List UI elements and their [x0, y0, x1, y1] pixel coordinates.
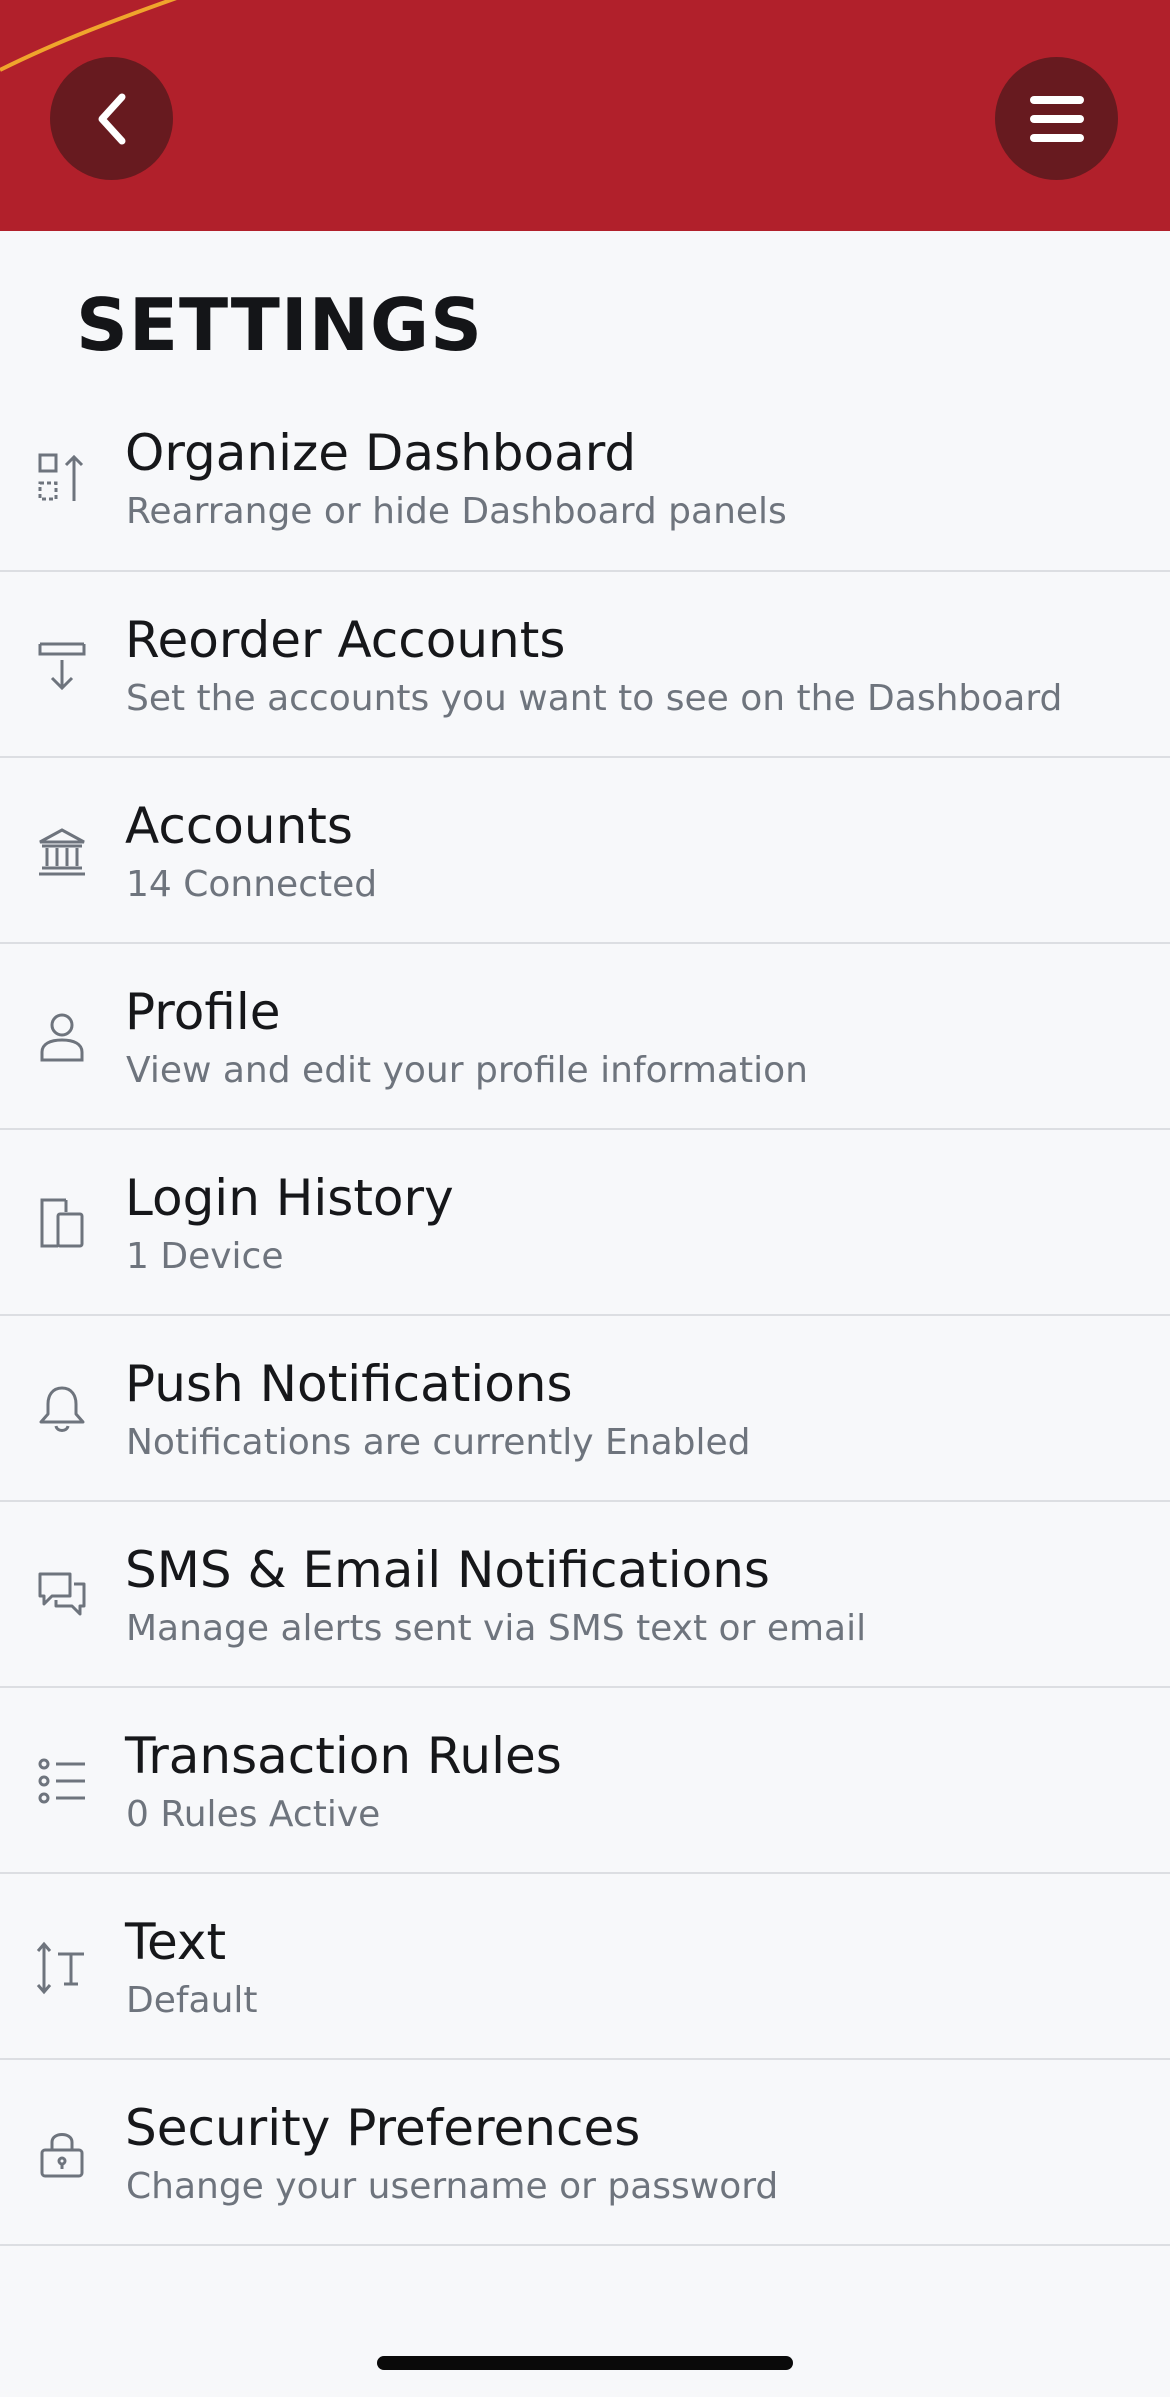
settings-item-accounts[interactable]: Accounts 14 Connected: [0, 758, 1170, 944]
settings-item-transaction-rules[interactable]: Transaction Rules 0 Rules Active: [0, 1688, 1170, 1874]
item-subtitle: Set the accounts you want to see on the …: [126, 678, 1063, 719]
settings-item-push-notifications[interactable]: Push Notifications Notifications are cur…: [0, 1316, 1170, 1502]
item-subtitle: Default: [126, 1980, 258, 2021]
hamburger-menu-icon: [1029, 95, 1084, 142]
lock-icon: [34, 2124, 90, 2184]
item-title: Accounts: [125, 797, 353, 855]
item-subtitle: 1 Device: [126, 1236, 284, 1277]
settings-item-security-preferences[interactable]: Security Preferences Change your usernam…: [0, 2060, 1170, 2246]
item-title: Organize Dashboard: [125, 424, 637, 482]
user-icon: [34, 1008, 90, 1068]
item-subtitle: Manage alerts sent via SMS text or email: [126, 1608, 867, 1649]
item-title: Reorder Accounts: [125, 611, 566, 669]
text-size-icon: [34, 1938, 90, 1998]
back-button[interactable]: [50, 57, 173, 180]
app-header: [0, 0, 1170, 231]
item-subtitle: Notifications are currently Enabled: [126, 1422, 751, 1463]
item-title: Security Preferences: [125, 2099, 641, 2157]
chevron-left-icon: [98, 93, 125, 144]
item-title: Transaction Rules: [125, 1727, 562, 1785]
devices-icon: [34, 1194, 90, 1254]
settings-item-login-history[interactable]: Login History 1 Device: [0, 1130, 1170, 1316]
item-subtitle: 14 Connected: [126, 864, 378, 905]
item-subtitle: Change your username or password: [126, 2166, 779, 2207]
page-title: SETTINGS: [76, 283, 483, 367]
settings-item-organize-dashboard[interactable]: Organize Dashboard Rearrange or hide Das…: [0, 385, 1170, 572]
bank-icon: [34, 822, 90, 882]
reorder-download-icon: [34, 636, 90, 696]
list-icon: [34, 1752, 90, 1812]
settings-item-reorder-accounts[interactable]: Reorder Accounts Set the accounts you wa…: [0, 572, 1170, 758]
organize-dashboard-icon: [34, 449, 90, 509]
menu-button[interactable]: [995, 57, 1118, 180]
bell-icon: [34, 1380, 90, 1440]
chat-bubbles-icon: [34, 1566, 90, 1626]
settings-item-sms-email-notifications[interactable]: SMS & Email Notifications Manage alerts …: [0, 1502, 1170, 1688]
settings-item-profile[interactable]: Profile View and edit your profile infor…: [0, 944, 1170, 1130]
item-subtitle: Rearrange or hide Dashboard panels: [126, 491, 787, 532]
item-title: SMS & Email Notifications: [125, 1541, 770, 1599]
item-title: Push Notifications: [125, 1355, 573, 1413]
item-subtitle: View and edit your profile information: [126, 1050, 808, 1091]
settings-list: Organize Dashboard Rearrange or hide Das…: [0, 385, 1170, 2246]
home-indicator[interactable]: [377, 2356, 793, 2370]
item-title: Login History: [125, 1169, 454, 1227]
settings-item-text[interactable]: Text Default: [0, 1874, 1170, 2060]
item-title: Text: [125, 1913, 227, 1971]
item-subtitle: 0 Rules Active: [126, 1794, 381, 1835]
item-title: Profile: [125, 983, 281, 1041]
